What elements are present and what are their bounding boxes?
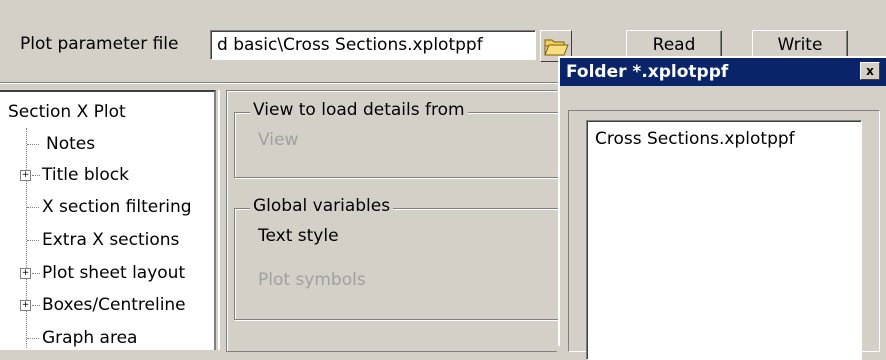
- global-variables-title: Global variables: [250, 196, 394, 216]
- tree-connector: [32, 175, 40, 176]
- tree-item-boxes-centreline[interactable]: Boxes/Centreline: [42, 295, 186, 315]
- dialog-title: Folder *.xplotppf: [566, 62, 729, 82]
- plot-parameter-file-value: d basic\Cross Sections.xplotppf: [217, 35, 483, 55]
- tree-item-notes[interactable]: Notes: [46, 134, 95, 154]
- tree-connector: [27, 240, 39, 241]
- dialog-title-bar[interactable]: Folder *.xplotppf: [560, 58, 886, 86]
- tree-line: [26, 128, 27, 348]
- tree-connector: [32, 305, 40, 306]
- settings-tree[interactable]: Section X Plot Notes + Title block X sec…: [0, 90, 216, 350]
- view-field: View: [258, 130, 299, 150]
- tree-item-extra-x-sections[interactable]: Extra X sections: [42, 230, 179, 250]
- tree-connector: [27, 207, 39, 208]
- tree-connector: [32, 273, 40, 274]
- tree-root[interactable]: Section X Plot: [8, 102, 126, 122]
- close-icon: x: [866, 64, 874, 78]
- folder-dialog[interactable]: Folder *.xplotppf x Cross Sections.xplot…: [558, 56, 886, 360]
- file-list[interactable]: Cross Sections.xplotppf: [586, 120, 862, 360]
- plot-parameter-file-input[interactable]: d basic\Cross Sections.xplotppf: [210, 30, 536, 60]
- close-button[interactable]: x: [860, 62, 880, 80]
- file-list-item[interactable]: Cross Sections.xplotppf: [595, 129, 795, 149]
- expand-icon[interactable]: +: [20, 170, 31, 181]
- tree-item-graph-area[interactable]: Graph area: [42, 328, 137, 348]
- tree-connector: [27, 338, 39, 339]
- text-style-item[interactable]: Text style: [258, 226, 339, 246]
- global-variables-group: [234, 208, 562, 320]
- view-group-title: View to load details from: [250, 100, 468, 120]
- expand-icon[interactable]: +: [20, 300, 31, 311]
- plot-parameter-file-label: Plot parameter file: [20, 34, 179, 54]
- tree-connector: [27, 144, 39, 145]
- details-panel: View to load details from View Global va…: [218, 90, 562, 352]
- expand-icon[interactable]: +: [20, 268, 31, 279]
- tree-item-title-block[interactable]: Title block: [42, 165, 129, 185]
- tree-item-x-section-filtering[interactable]: X section filtering: [42, 197, 192, 217]
- tree-item-plot-sheet-layout[interactable]: Plot sheet layout: [42, 263, 185, 283]
- plot-symbols-item: Plot symbols: [258, 270, 366, 290]
